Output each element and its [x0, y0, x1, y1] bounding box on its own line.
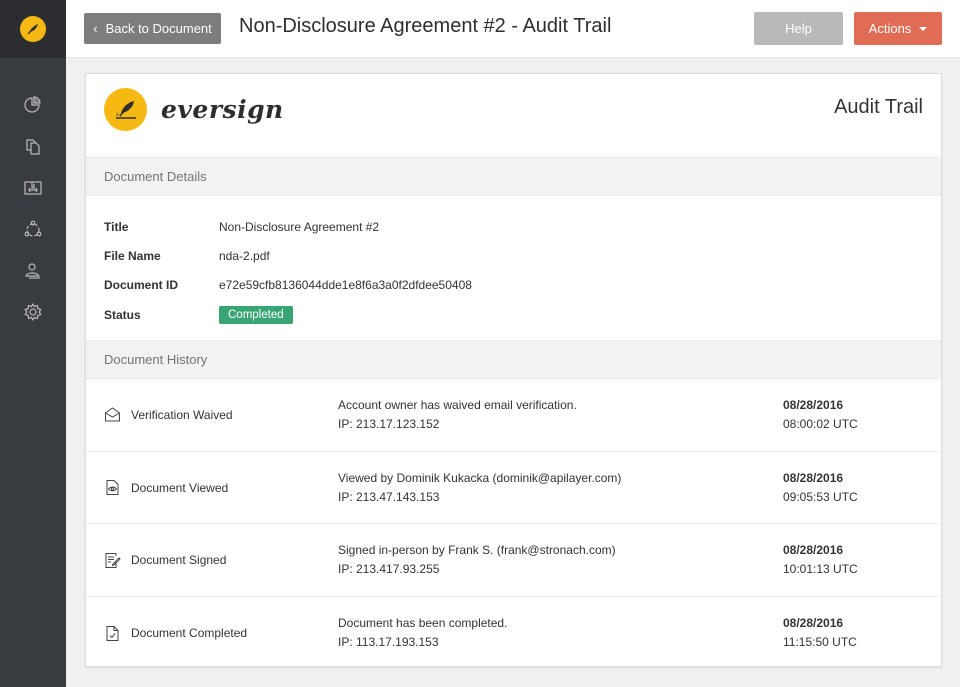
history-row: Document Viewed Viewed by Dominik Kukack… [86, 452, 941, 525]
actions-dropdown-button[interactable]: Actions [854, 12, 942, 45]
back-to-document-button[interactable]: ‹ Back to Document [84, 13, 221, 44]
gear-icon [24, 303, 42, 322]
audit-trail-card: x eversign Audit Trail Document Details … [85, 73, 942, 667]
history-date: 08/28/2016 [783, 397, 844, 412]
detail-row-status: Status Completed [104, 300, 923, 329]
history-event: Document Signed [131, 553, 227, 568]
team-icon [24, 220, 42, 237]
history-date: 08/28/2016 [783, 616, 844, 631]
history-ip: IP: 213.47.143.153 [338, 489, 440, 504]
detail-row-title: Title Non-Disclosure Agreement #2 [104, 212, 923, 241]
detail-value: e72e59cfb8136044dde1e8f6a3a0f2dfdee50408 [219, 278, 472, 293]
caret-down-icon [919, 26, 928, 31]
documents-icon [26, 139, 40, 155]
sidebar-item-templates[interactable] [0, 167, 66, 209]
history-description: Viewed by Dominik Kukacka (dominik@apila… [338, 470, 622, 485]
sidebar-item-settings[interactable] [0, 292, 66, 334]
history-event: Verification Waived [131, 407, 233, 422]
document-history-list: Verification Waived Account owner has wa… [86, 379, 941, 670]
brand-name: eversign [161, 95, 284, 124]
history-row: Verification Waived Account owner has wa… [86, 379, 941, 452]
contacts-icon [25, 263, 40, 279]
history-description: Account owner has waived email verificat… [338, 397, 577, 412]
history-description: Document has been completed. [338, 616, 508, 631]
page-title: Non-Disclosure Agreement #2 - Audit Trai… [239, 15, 612, 37]
detail-value: nda-2.pdf [219, 248, 270, 263]
history-date: 08/28/2016 [783, 543, 844, 558]
sidebar-item-documents[interactable] [0, 126, 66, 168]
document-pen-icon [105, 552, 121, 568]
history-ip: IP: 213.17.123.152 [338, 416, 440, 431]
detail-label: Title [104, 219, 129, 234]
detail-label: Document ID [104, 278, 179, 293]
document-history-heading: Document History [86, 340, 941, 379]
quill-icon [20, 16, 46, 42]
sidebar [0, 0, 66, 687]
history-ip: IP: 213.417.93.255 [338, 562, 440, 577]
help-button[interactable]: Help [754, 12, 843, 45]
top-bar: ‹ Back to Document Non-Disclosure Agreem… [66, 0, 960, 58]
history-event: Document Completed [131, 626, 248, 641]
sidebar-item-contacts[interactable] [0, 250, 66, 292]
detail-value: Non-Disclosure Agreement #2 [219, 219, 380, 234]
document-details: Title Non-Disclosure Agreement #2 File N… [86, 196, 941, 340]
detail-row-document-id: Document ID e72e59cfb8136044dde1e8f6a3a0… [104, 271, 923, 300]
eversign-brand: x eversign [104, 88, 284, 131]
document-check-icon [106, 625, 119, 641]
sidebar-item-dashboard[interactable] [0, 84, 66, 126]
status-badge: Completed [219, 305, 293, 324]
document-eye-icon [106, 480, 119, 496]
history-time: 11:15:50 UTC [783, 635, 857, 650]
history-time: 08:00:02 UTC [783, 416, 858, 431]
pie-chart-icon [24, 96, 41, 113]
history-date: 08/28/2016 [783, 470, 844, 485]
detail-label: File Name [104, 248, 161, 263]
envelope-open-icon [105, 407, 120, 422]
detail-row-file-name: File Name nda-2.pdf [104, 241, 923, 270]
chevron-left-icon: ‹ [93, 21, 98, 36]
history-ip: IP: 113.17.193.153 [338, 635, 439, 650]
history-time: 10:01:13 UTC [783, 562, 858, 577]
templates-icon [24, 181, 42, 195]
eversign-logo-icon: x [104, 88, 147, 131]
app-logo[interactable] [0, 0, 66, 58]
history-row: Document Signed Signed in-person by Fran… [86, 524, 941, 598]
history-row: Document Completed Document has been com… [86, 597, 941, 670]
sidebar-item-team[interactable] [0, 209, 66, 251]
back-button-label: Back to Document [105, 21, 212, 36]
actions-label: Actions [868, 21, 912, 36]
detail-label: Status [104, 307, 141, 322]
history-event: Document Viewed [131, 480, 229, 495]
audit-trail-heading: Audit Trail [834, 96, 923, 118]
history-description: Signed in-person by Frank S. (frank@stro… [338, 543, 616, 558]
document-details-heading: Document Details [86, 157, 941, 196]
card-header: x eversign Audit Trail [86, 74, 941, 157]
svg-text:x: x [116, 112, 119, 118]
history-time: 09:05:53 UTC [783, 489, 858, 504]
